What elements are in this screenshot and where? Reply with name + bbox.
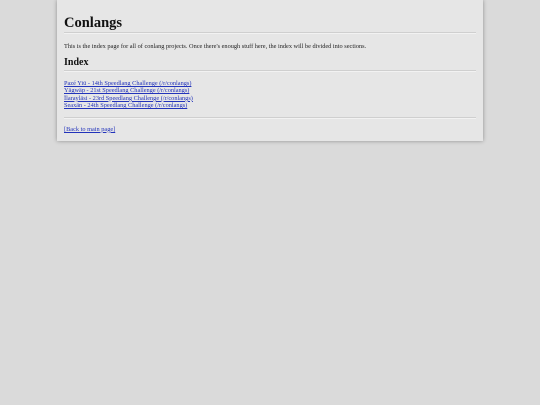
list-item: Ïlarayläsi - 23rd Speedlang Challenge (/… xyxy=(64,95,476,102)
intro-text: This is the index page for all of conlan… xyxy=(64,43,367,50)
list-item: Seaxän - 24th Speedlang Challenge (/r/co… xyxy=(64,102,476,109)
list-item: Yägwäp - 21st Speedlang Challenge (/r/co… xyxy=(64,87,476,94)
list-item: Pazé Yiü - 14th Speedlang Challenge (/r/… xyxy=(64,80,476,87)
back-link-container: [Back to main page] xyxy=(64,126,476,134)
back-to-main-link[interactable]: [Back to main page] xyxy=(64,126,115,133)
title-divider xyxy=(64,32,476,34)
footer-divider xyxy=(64,116,476,119)
content-panel: Conlangs This is the index page for all … xyxy=(57,0,483,141)
index-link-ilaraylasi[interactable]: Ïlarayläsi - 23rd Speedlang Challenge (/… xyxy=(64,95,193,102)
index-divider xyxy=(64,70,476,72)
index-link-yagwap[interactable]: Yägwäp - 21st Speedlang Challenge (/r/co… xyxy=(64,87,189,94)
index-link-paze-yiu[interactable]: Pazé Yiü - 14th Speedlang Challenge (/r/… xyxy=(64,80,191,87)
index-heading: Index xyxy=(64,57,89,68)
index-link-seaxan[interactable]: Seaxän - 24th Speedlang Challenge (/r/co… xyxy=(64,102,187,109)
index-list: Pazé Yiü - 14th Speedlang Challenge (/r/… xyxy=(64,80,476,110)
page-title: Conlangs xyxy=(64,15,123,31)
